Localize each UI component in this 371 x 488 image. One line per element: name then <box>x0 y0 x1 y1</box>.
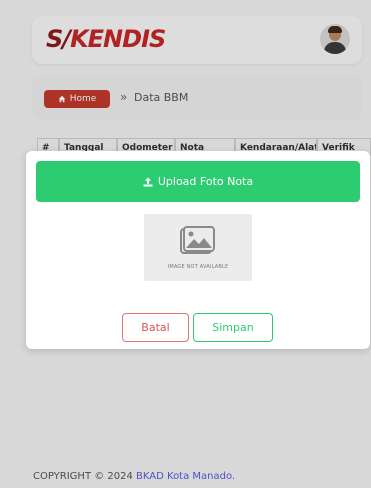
cancel-button[interactable]: Batal <box>122 313 189 342</box>
upload-button-label: Upload Foto Nota <box>157 175 254 188</box>
image-placeholder-icon <box>180 226 215 254</box>
upload-button[interactable]: Upload Foto Nota <box>36 161 360 202</box>
image-placeholder-caption: IMAGE NOT AVAILABLE <box>167 264 229 270</box>
upload-icon <box>143 177 153 187</box>
save-button[interactable]: Simpan <box>193 313 273 342</box>
upload-modal: Upload Foto Nota IMAGE NOT AVAILABLE Bat… <box>26 151 370 349</box>
image-preview: IMAGE NOT AVAILABLE <box>144 214 252 281</box>
